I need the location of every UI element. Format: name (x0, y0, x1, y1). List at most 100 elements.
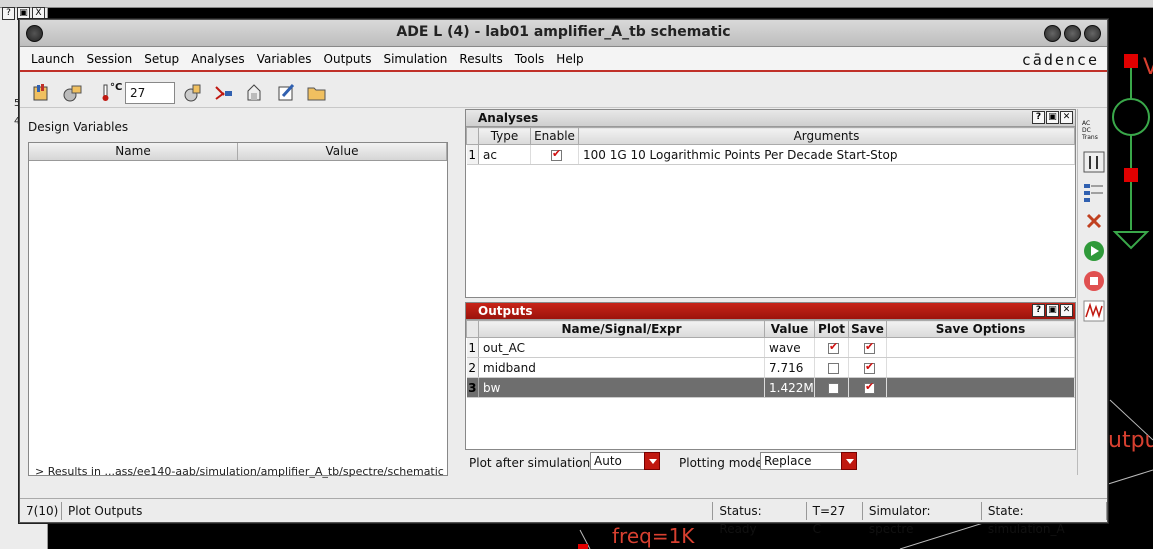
save-checkbox[interactable] (864, 340, 875, 354)
status-ready: Status: Ready (712, 501, 807, 536)
menu-variables[interactable]: Variables (257, 52, 312, 66)
design-variables-table[interactable]: Name Value (28, 142, 448, 476)
outputs-title: Outputs (478, 304, 533, 318)
row-number: 1 (466, 144, 479, 165)
plot-controls: Plot after simulation: Auto Plotting mod… (469, 451, 1079, 473)
outputs-panel: Outputs ? ▣ ✕ Name/Signal/Expr Value Plo… (465, 302, 1076, 450)
design-variables-header: Name Value (29, 143, 447, 161)
column-arguments[interactable]: Arguments (578, 127, 1075, 145)
analyses-table: Type Enable Arguments 1 ac 100 1G 10 Log… (466, 127, 1075, 165)
chevron-down-icon[interactable] (644, 452, 660, 470)
close-button[interactable] (1084, 25, 1101, 42)
schematic-source-label: V (1143, 55, 1153, 80)
help-icon[interactable]: ? (1032, 304, 1045, 317)
column-enable[interactable]: Enable (530, 127, 579, 145)
setup-library-icon[interactable] (32, 83, 52, 103)
close-icon[interactable]: ✕ (1060, 111, 1073, 124)
outputs-setup-icon[interactable] (1083, 181, 1105, 203)
table-row[interactable]: 1 out_AC wave (466, 337, 1075, 358)
minimize-button[interactable] (1044, 25, 1061, 42)
variable-icon[interactable] (1083, 151, 1105, 173)
outputs-panel-title: Outputs ? ▣ ✕ (466, 303, 1075, 320)
ade-window: ADE L (4) - lab01 amplifier_A_tb schemat… (19, 19, 1108, 536)
schematic-output-label: utpu (1108, 428, 1153, 453)
menu-results[interactable]: Results (459, 52, 502, 66)
probe-icon[interactable] (214, 83, 234, 103)
menu-setup[interactable]: Setup (144, 52, 179, 66)
menu-tools[interactable]: Tools (515, 52, 545, 66)
plotting-mode-select[interactable]: Replace (760, 452, 857, 470)
float-icon[interactable]: ▣ (1046, 304, 1059, 317)
help-icon[interactable]: ? (2, 7, 15, 20)
temperature-unit: °C (110, 82, 123, 93)
save-checkbox[interactable] (864, 360, 875, 374)
output-name[interactable]: midband (478, 357, 765, 378)
dc-option[interactable]: DC (1082, 127, 1098, 134)
status-simulator: Simulator: spectre (863, 501, 982, 536)
output-name[interactable]: bw (478, 377, 765, 398)
chevron-down-icon[interactable] (841, 452, 857, 470)
analysis-choice-icon[interactable]: AC DC Trans (1082, 120, 1098, 141)
column-save[interactable]: Save (848, 320, 887, 338)
menu-analyses[interactable]: Analyses (191, 52, 245, 66)
status-temperature: T=27 C (807, 501, 863, 536)
analysis-type[interactable]: ac (478, 144, 531, 165)
save-checkbox[interactable] (864, 380, 875, 394)
column-plot[interactable]: Plot (814, 320, 849, 338)
menu-launch[interactable]: Launch (31, 52, 74, 66)
column-value[interactable]: Value (764, 320, 815, 338)
model-setup-icon[interactable] (62, 83, 82, 103)
ac-option[interactable]: AC (1082, 120, 1098, 127)
table-row[interactable]: 2 midband 7.716 (466, 357, 1075, 378)
maximize-button[interactable] (1064, 25, 1081, 42)
plot-after-select[interactable]: Auto (590, 452, 660, 470)
schematic-freq-label: freq=1K (612, 524, 695, 548)
analyses-panel-title: Analyses ? ▣ ✕ (466, 110, 1075, 127)
plot-checkbox[interactable] (828, 362, 839, 374)
column-name[interactable]: Name (29, 143, 238, 160)
table-row-selected[interactable]: 3 bw 1.422M (466, 377, 1075, 398)
netlist-icon[interactable] (244, 83, 264, 103)
outputs-table: Name/Signal/Expr Value Plot Save Save Op… (466, 320, 1075, 398)
plot-after-label: Plot after simulation: (469, 456, 595, 470)
temperature-input[interactable]: 27 (125, 82, 175, 104)
enable-checkbox[interactable] (551, 147, 562, 161)
plot-checkbox[interactable] (828, 340, 839, 354)
window-title: ADE L (4) - lab01 amplifier_A_tb schemat… (396, 24, 731, 40)
save-options[interactable] (886, 377, 1075, 398)
status-bar: 7(10) Plot Outputs Status: Ready T=27 C … (20, 498, 1107, 536)
open-folder-icon[interactable] (307, 83, 327, 103)
edit-icon[interactable] (276, 83, 296, 103)
menu-help[interactable]: Help (556, 52, 583, 66)
background-window-topbar (0, 0, 1153, 8)
save-options[interactable] (886, 357, 1075, 378)
menu-outputs[interactable]: Outputs (324, 52, 372, 66)
output-value: 7.716 (764, 357, 815, 378)
column-value[interactable]: Value (238, 143, 447, 160)
status-state: State: simulation_A (982, 501, 1107, 536)
plot-checkbox[interactable] (828, 382, 839, 394)
output-name[interactable]: out_AC (478, 337, 765, 358)
close-icon[interactable]: ✕ (1060, 304, 1073, 317)
menu-simulation[interactable]: Simulation (383, 52, 447, 66)
float-icon[interactable]: ▣ (1046, 111, 1059, 124)
plot-outputs-icon[interactable] (1083, 300, 1105, 322)
menu-session[interactable]: Session (86, 52, 132, 66)
trans-option[interactable]: Trans (1082, 134, 1098, 141)
simulator-options-icon[interactable] (182, 83, 202, 103)
help-icon[interactable]: ? (1032, 111, 1045, 124)
output-value: 1.422M (764, 377, 815, 398)
column-save-options[interactable]: Save Options (886, 320, 1075, 338)
analyses-panel: Analyses ? ▣ ✕ Type Enable Arguments 1 a… (465, 109, 1076, 298)
table-row[interactable]: 1 ac 100 1G 10 Logarithmic Points Per De… (466, 144, 1075, 165)
analysis-arguments[interactable]: 100 1G 10 Logarithmic Points Per Decade … (578, 144, 1075, 165)
save-options[interactable] (886, 337, 1075, 358)
column-type[interactable]: Type (478, 127, 531, 145)
title-bar[interactable]: ADE L (4) - lab01 amplifier_A_tb schemat… (20, 20, 1107, 47)
output-value: wave (764, 337, 815, 358)
run-simulation-icon[interactable] (1083, 240, 1105, 262)
delete-icon[interactable] (1083, 210, 1105, 232)
column-name-signal[interactable]: Name/Signal/Expr (478, 320, 765, 338)
cadence-logo: cādence (1021, 51, 1099, 69)
stop-simulation-icon[interactable] (1083, 270, 1105, 292)
